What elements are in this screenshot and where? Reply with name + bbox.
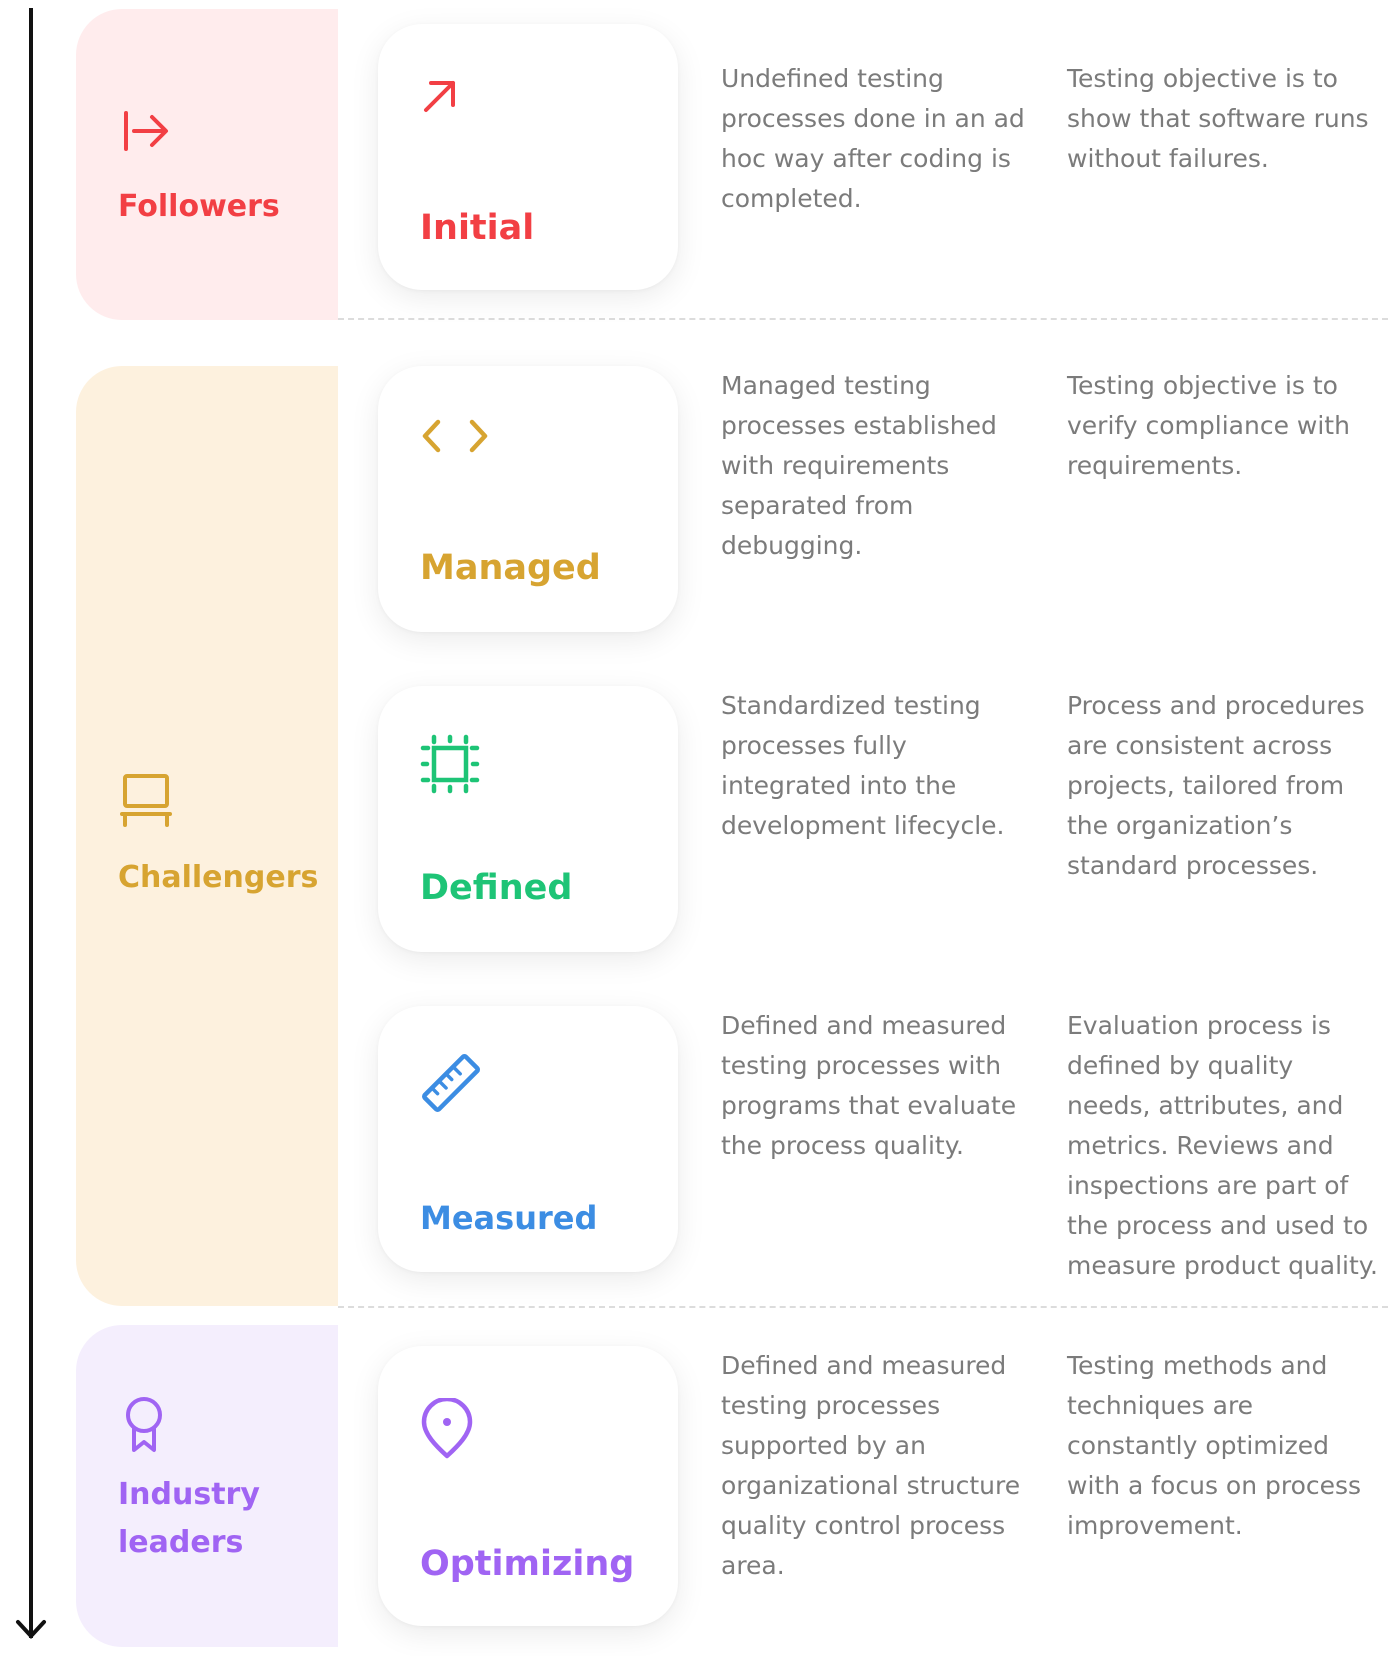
group-label-line-1: Industry — [118, 1477, 260, 1512]
group-label: Followers — [118, 189, 280, 224]
stage-card-defined: Defined — [378, 686, 678, 952]
stage-objective: Testing objective is to verify complianc… — [1067, 371, 1350, 480]
crop-frame-icon — [420, 734, 480, 794]
group-challengers: Challengers — [76, 366, 338, 1306]
stage-description: Defined and measured testing processes s… — [721, 1351, 1021, 1580]
stage-label: Initial — [420, 208, 535, 248]
group-followers: Followers — [76, 9, 338, 320]
group-industry-leaders: Industry leaders — [76, 1325, 338, 1647]
stage-label: Defined — [420, 868, 573, 908]
location-pin-icon — [421, 1398, 473, 1459]
stage-objective: Testing methods and techniques are const… — [1067, 1351, 1362, 1540]
stage-label: Managed — [420, 548, 601, 588]
group-label-line-2: leaders — [118, 1525, 244, 1560]
award-ribbon-icon — [126, 1397, 162, 1452]
stage-label: Optimizing — [420, 1544, 635, 1584]
code-brackets-icon — [422, 419, 488, 453]
laptop-icon — [120, 774, 172, 827]
stage-description: Standardized testing processes fully int… — [721, 691, 1005, 840]
stage-objective: Testing objective is to show that softwa… — [1067, 64, 1369, 173]
stage-card-managed: Managed — [378, 366, 678, 632]
arrow-right-to-bar-icon — [124, 111, 168, 151]
ruler-icon — [422, 1054, 480, 1112]
stage-description: Undefined testing processes done in an a… — [721, 64, 1025, 213]
axis-arrow-down-icon — [16, 1620, 46, 1639]
stage-card-measured: Measured — [378, 1006, 678, 1272]
arrow-up-right-icon — [424, 81, 455, 112]
stage-description: Defined and measured testing processes w… — [721, 1011, 1017, 1160]
section-divider — [338, 1306, 1388, 1308]
stage-objective: Evaluation process is defined by quality… — [1067, 1011, 1378, 1280]
stage-label: Measured — [420, 1199, 598, 1237]
stage-card-optimizing: Optimizing — [378, 1346, 678, 1626]
stage-description: Managed testing processes established wi… — [721, 371, 997, 560]
section-divider — [338, 318, 1388, 320]
stage-card-initial: Initial — [378, 24, 678, 290]
group-label: Challengers — [118, 860, 319, 895]
maturity-axis — [29, 8, 33, 1638]
stage-objective: Process and procedures are consistent ac… — [1067, 691, 1365, 880]
